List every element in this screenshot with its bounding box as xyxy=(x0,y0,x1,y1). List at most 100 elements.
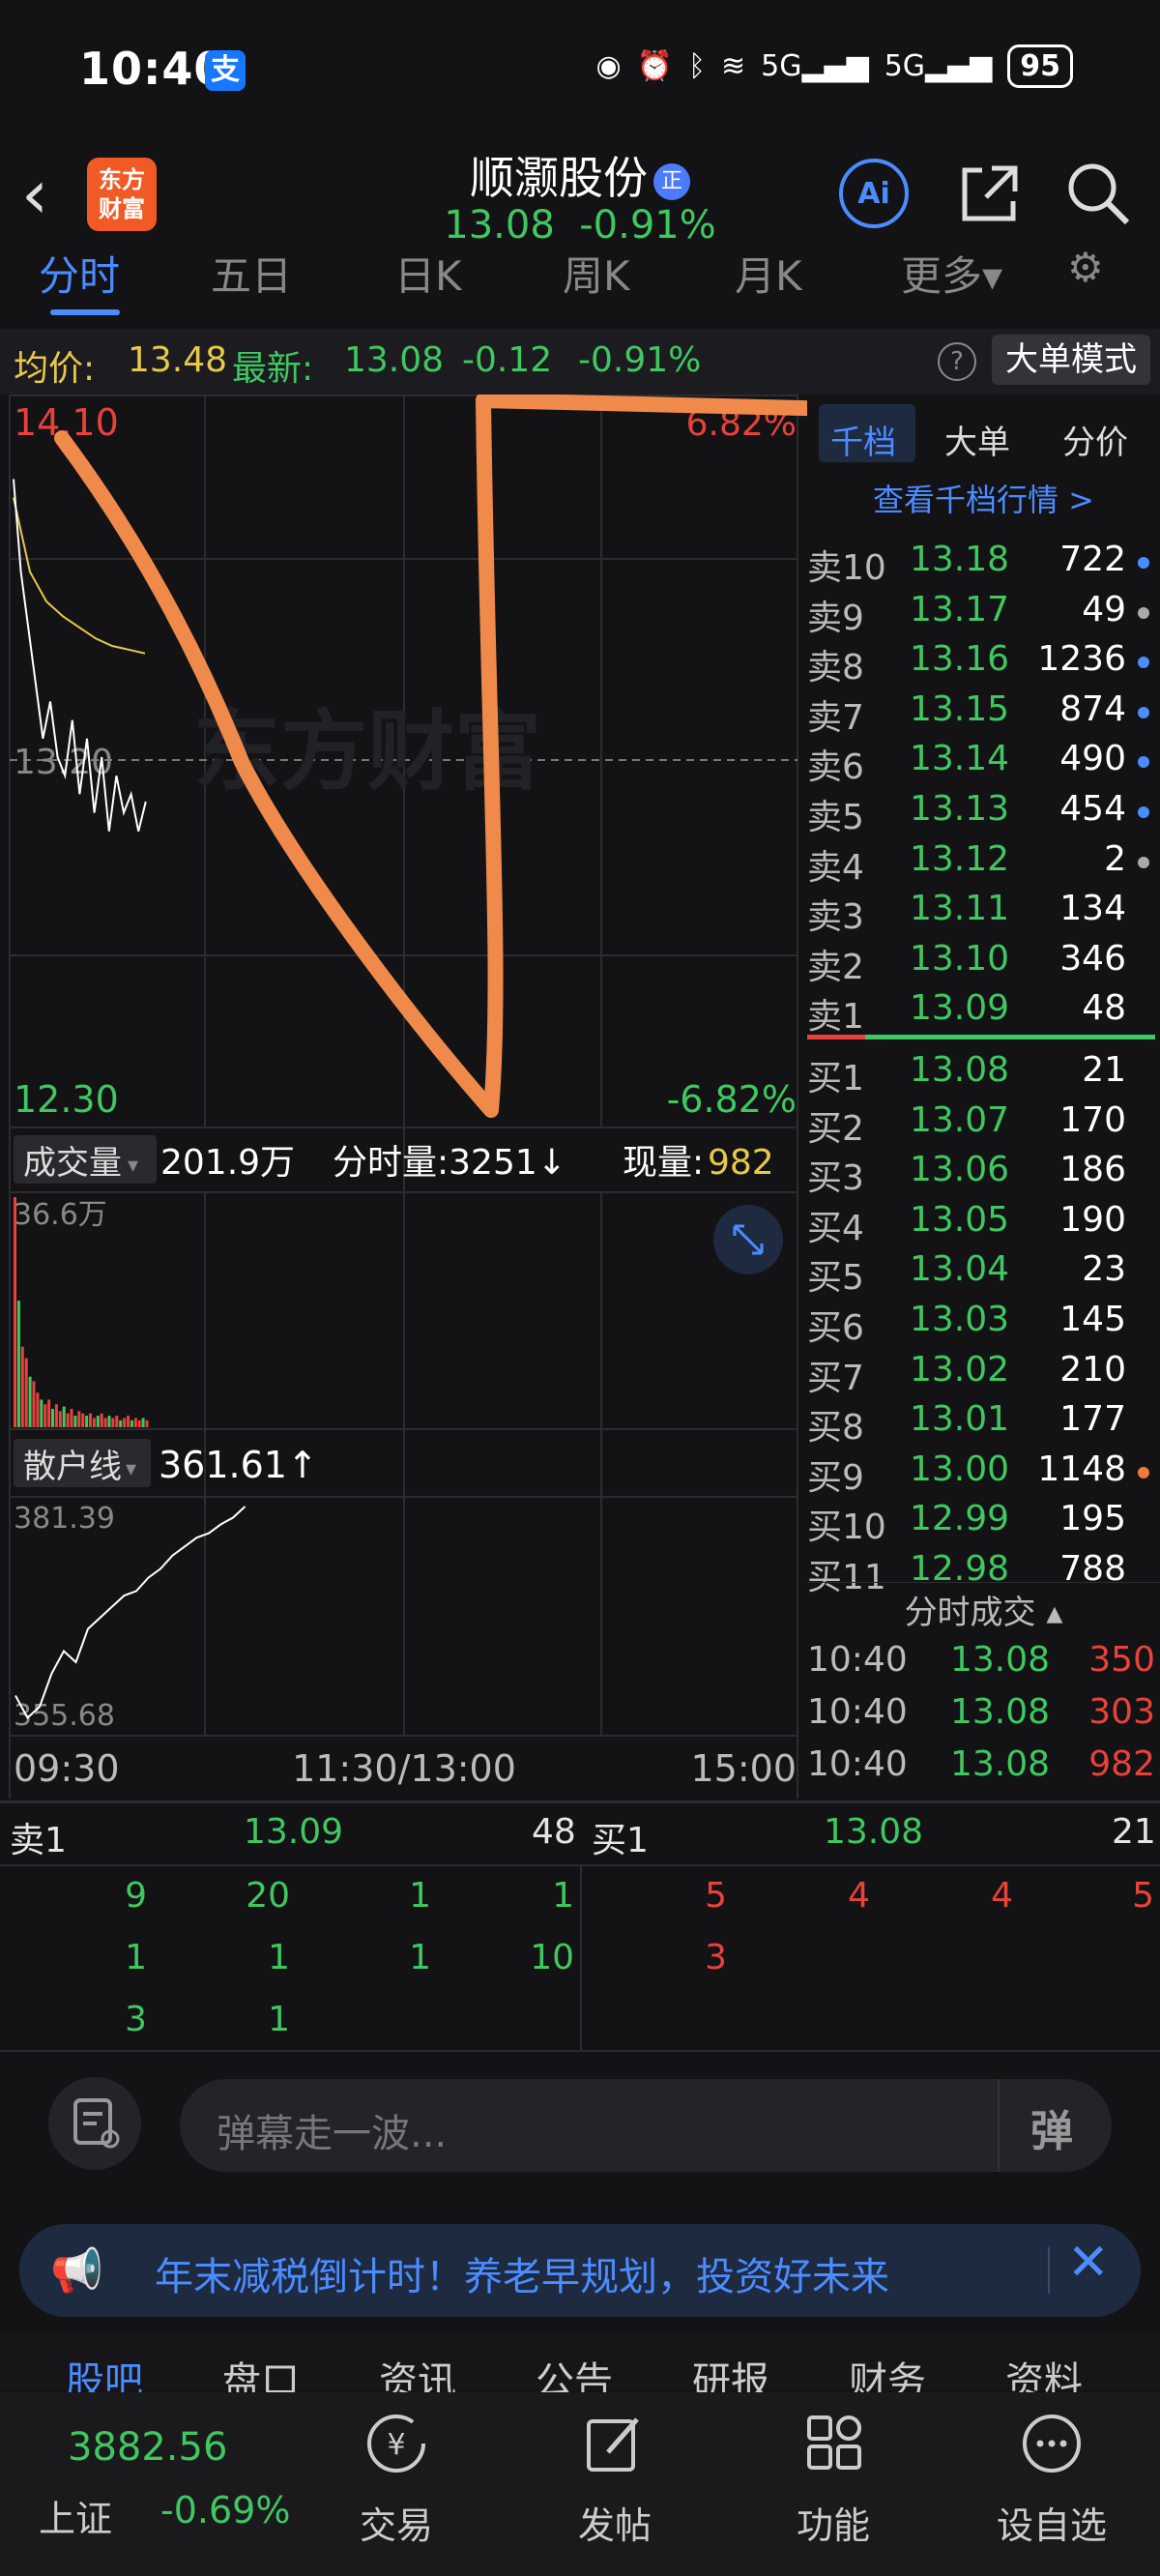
volume-bar xyxy=(141,1418,145,1427)
y-bottom-label: 12.30 xyxy=(14,1078,119,1121)
bid-row[interactable]: 买5 13.04 23 xyxy=(807,1249,1155,1300)
volume-total: 201.9万 xyxy=(160,1143,295,1183)
trades-title[interactable]: 分时成交 ▴ xyxy=(807,1586,1160,1633)
tab-more[interactable]: 更多▾ xyxy=(901,244,1002,303)
tab-depth[interactable]: 千档 xyxy=(830,416,896,463)
bid-row[interactable]: 买8 13.01 177 xyxy=(807,1399,1155,1449)
trade-row: 10:40 13.08 350 xyxy=(807,1640,1155,1690)
queue-bid-price: 13.08 xyxy=(824,1812,924,1852)
tab-day-k[interactable]: 日K xyxy=(394,244,462,303)
close-icon[interactable]: ✕ xyxy=(1067,2234,1110,2292)
retail-value: 361.61↑ xyxy=(159,1444,318,1486)
last-label: 最新: xyxy=(232,349,314,389)
row-volume: 49 xyxy=(1082,589,1126,629)
ask-row[interactable]: 卖4 13.12 2 xyxy=(807,839,1155,890)
post-button[interactable]: 发帖 xyxy=(537,2410,692,2549)
bid-row[interactable]: 买6 13.03 145 xyxy=(807,1300,1155,1350)
zheng-badge: 正 xyxy=(653,162,690,200)
svg-text:Ai: Ai xyxy=(857,177,890,211)
row-volume: 454 xyxy=(1059,789,1126,829)
danmu-button[interactable]: 弹 xyxy=(1030,2096,1073,2158)
add-watchlist-button[interactable]: 设自选 xyxy=(974,2410,1129,2549)
signal-5g-icon-2: 5G▂▄▆ xyxy=(884,49,993,83)
queue-order: 1 xyxy=(409,1938,431,1977)
volume-bar xyxy=(100,1413,103,1427)
tab-intraday[interactable]: 分时 xyxy=(39,244,120,303)
row-label: 买2 xyxy=(807,1108,864,1149)
ask-row[interactable]: 卖7 13.15 874 xyxy=(807,689,1155,740)
trade-price: 13.08 xyxy=(950,1692,1051,1732)
tab-week-k[interactable]: 周K xyxy=(563,244,630,303)
volume-bar xyxy=(40,1399,44,1427)
volume-bar xyxy=(16,1301,20,1427)
queue-order: 1 xyxy=(268,1938,290,1977)
tab-price-dist[interactable]: 分价 xyxy=(1062,416,1128,463)
view-depth-link[interactable]: 查看千档行情 > xyxy=(807,476,1160,520)
x-label-open: 09:30 xyxy=(14,1747,120,1790)
ask-row[interactable]: 卖1 13.09 48 xyxy=(807,988,1155,1039)
ask-row[interactable]: 卖9 13.17 49 xyxy=(807,590,1155,640)
row-volume: 210 xyxy=(1059,1349,1126,1390)
tab-big-orders[interactable]: 大单 xyxy=(944,416,1010,463)
bid-row[interactable]: 买3 13.06 186 xyxy=(807,1150,1155,1200)
bid-row[interactable]: 买10 12.99 195 xyxy=(807,1499,1155,1549)
more-icon xyxy=(1023,2415,1081,2473)
row-volume: 145 xyxy=(1059,1300,1126,1339)
help-icon[interactable]: ? xyxy=(938,342,976,381)
row-price: 13.06 xyxy=(910,1150,1010,1190)
promo-banner[interactable]: 📢 年末减税倒计时！养老早规划，投资好未来 ✕ xyxy=(19,2224,1141,2317)
bottom-toolbar: 3882.56 上证 -0.69% ¥ 交易 发帖 功能 设自选 xyxy=(0,2392,1160,2576)
row-price: 13.01 xyxy=(910,1399,1010,1440)
ask-row[interactable]: 卖2 13.10 346 xyxy=(807,939,1155,989)
danmu-input[interactable]: 弹幕走一波... 弹 xyxy=(180,2079,1112,2172)
ask-row[interactable]: 卖8 13.16 1236 xyxy=(807,639,1155,689)
settings-icon[interactable]: ⚙ xyxy=(1067,244,1104,291)
queue-order: 1 xyxy=(268,2000,290,2039)
bid-row[interactable]: 买2 13.07 170 xyxy=(807,1100,1155,1151)
tick-volume: 分时量:3251↓ xyxy=(333,1143,566,1183)
row-price: 13.10 xyxy=(910,938,1010,979)
row-price: 13.05 xyxy=(910,1199,1010,1240)
tab-five-day[interactable]: 五日 xyxy=(211,244,292,303)
battery-icon: 95 xyxy=(1007,44,1073,88)
volume-bar xyxy=(107,1416,111,1427)
row-volume: 490 xyxy=(1059,739,1126,779)
avg-value: 13.48 xyxy=(128,340,228,380)
volume-bar xyxy=(111,1418,115,1427)
bid-row[interactable]: 买7 13.02 210 xyxy=(807,1350,1155,1400)
function-button[interactable]: 功能 xyxy=(756,2410,911,2549)
alarm-icon: ⏰ xyxy=(636,49,673,83)
ask-row[interactable]: 卖10 13.18 722 xyxy=(807,540,1155,590)
ai-icon[interactable]: Ai xyxy=(837,157,911,230)
queue-order: 5 xyxy=(705,1876,727,1916)
search-icon[interactable] xyxy=(1061,157,1135,230)
volume-bar xyxy=(51,1408,54,1427)
big-order-mode-button[interactable]: 大单模式 xyxy=(992,335,1150,385)
svg-text:¥: ¥ xyxy=(387,2428,405,2462)
row-label: 买7 xyxy=(807,1358,864,1398)
ask-row[interactable]: 卖5 13.13 454 xyxy=(807,789,1155,839)
row-volume: 177 xyxy=(1059,1399,1126,1440)
row-price: 13.00 xyxy=(910,1449,1010,1489)
book-separator xyxy=(807,1035,1155,1039)
volume-bar xyxy=(81,1413,85,1427)
row-volume: 190 xyxy=(1059,1199,1126,1240)
trade-button[interactable]: ¥ 交易 xyxy=(319,2410,474,2549)
row-volume: 186 xyxy=(1059,1150,1126,1190)
index-value[interactable]: 3882.56 xyxy=(68,2425,227,2470)
volume-bar xyxy=(85,1416,89,1427)
danmu-placeholder: 弹幕走一波... xyxy=(217,2112,448,2156)
dot-icon xyxy=(1138,756,1149,769)
bid-row[interactable]: 买4 13.05 190 xyxy=(807,1200,1155,1250)
note-icon[interactable] xyxy=(48,2077,141,2170)
tab-month-k[interactable]: 月K xyxy=(735,244,802,303)
volume-bar xyxy=(96,1416,100,1427)
bid-row[interactable]: 买9 13.00 1148 xyxy=(807,1449,1155,1500)
row-price: 13.13 xyxy=(910,789,1010,829)
bid-row[interactable]: 买1 13.08 21 xyxy=(807,1050,1155,1100)
ask-row[interactable]: 卖6 13.14 490 xyxy=(807,739,1155,789)
svg-text:▾: ▾ xyxy=(128,1154,138,1178)
ask-row[interactable]: 卖3 13.11 134 xyxy=(807,889,1155,939)
share-icon[interactable] xyxy=(953,157,1027,230)
row-volume: 1148 xyxy=(1037,1449,1126,1489)
